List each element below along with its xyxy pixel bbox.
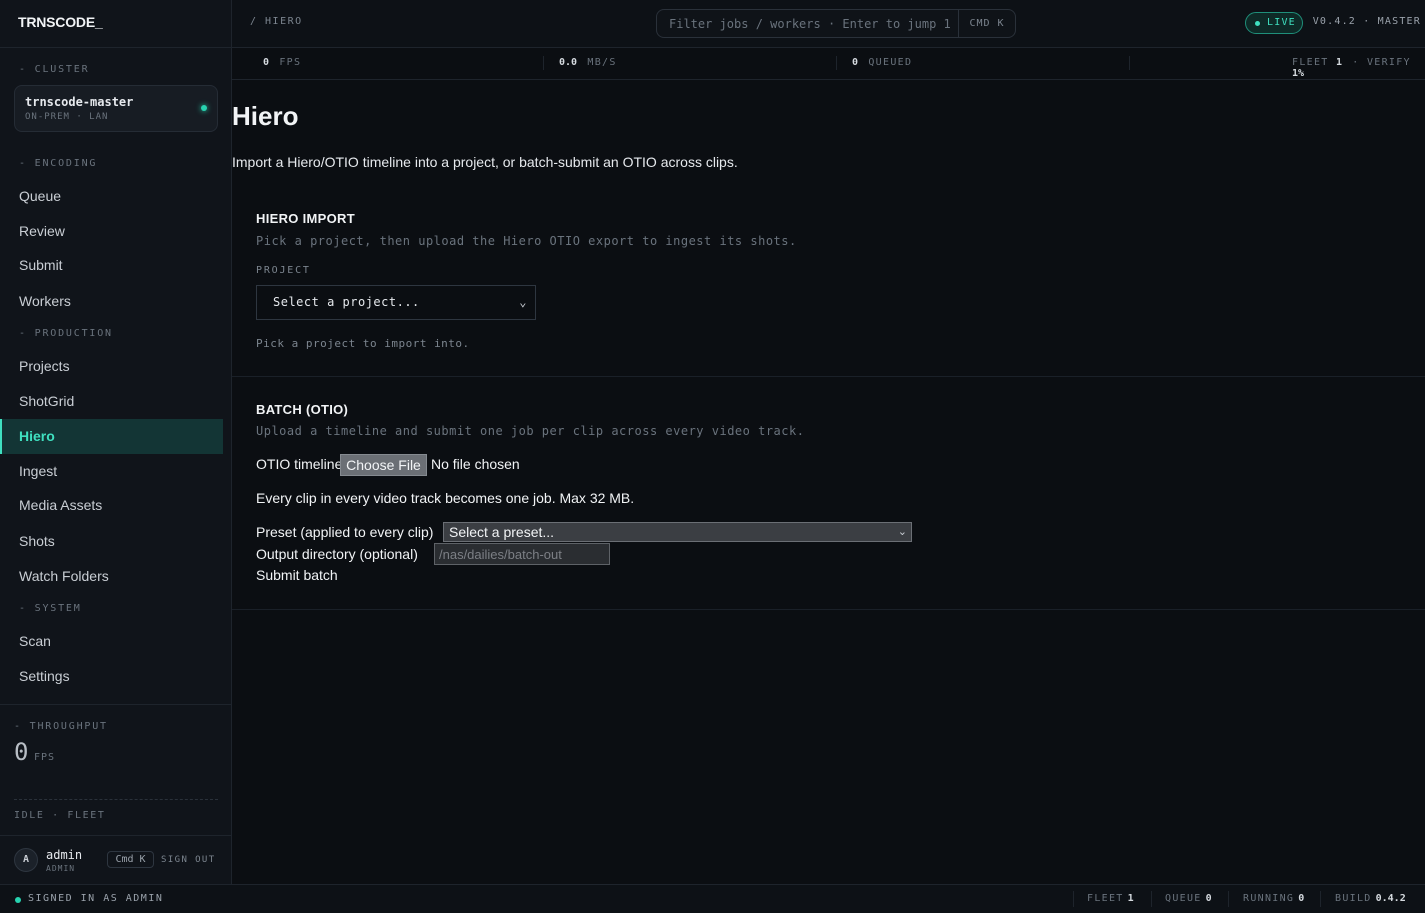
top-bar: / HIERO CMD K LIVE V0.4.2 · MASTER (232, 0, 1425, 48)
live-badge: LIVE (1245, 12, 1303, 34)
user-name: admin (46, 848, 83, 862)
sidebar-item-media-assets[interactable]: Media Assets (0, 488, 223, 523)
live-label: LIVE (1267, 17, 1296, 28)
batch-subtitle: Upload a timeline and submit one job per… (256, 424, 805, 438)
app-root: TRNSCODE_ - CLUSTER trnscode-master ON-P… (0, 0, 1425, 913)
search-input[interactable] (657, 10, 957, 37)
batch-note: Every clip in every video track becomes … (256, 490, 635, 506)
hiero-import-title: HIERO IMPORT (256, 211, 355, 226)
cluster-selector[interactable]: trnscode-master ON-PREM · LAN (14, 85, 218, 132)
project-select-value: Select a project... (273, 295, 420, 309)
command-palette-shortcut[interactable]: Cmd K (107, 851, 154, 868)
system-section-label: - SYSTEM (19, 603, 82, 614)
status-divider (1320, 891, 1321, 907)
hiero-import-subtitle: Pick a project, then upload the Hiero OT… (256, 234, 797, 248)
output-directory-label: Output directory (optional) (256, 546, 418, 562)
search-shortcut: CMD K (958, 10, 1015, 37)
status-build: BUILD 0.4.2 (1335, 893, 1406, 904)
breadcrumb[interactable]: / HIERO (250, 16, 303, 27)
throughput-unit: FPS (34, 752, 56, 763)
sidebar-item-scan[interactable]: Scan (0, 624, 223, 659)
otio-timeline-label: OTIO timeline (256, 456, 343, 472)
sidebar-item-watch-folders[interactable]: Watch Folders (0, 559, 223, 594)
status-bar: SIGNED IN AS ADMIN FLEET 1 QUEUE 0 RUNNING… (0, 884, 1425, 913)
live-dot-icon (1255, 21, 1260, 26)
page-title: Hiero (232, 101, 299, 131)
user-divider (0, 835, 232, 836)
output-directory-input[interactable] (434, 543, 610, 565)
batch-title: BATCH (OTIO) (256, 402, 349, 417)
project-hint: Pick a project to import into. (256, 337, 470, 350)
signed-in-status: SIGNED IN AS ADMIN (28, 893, 164, 904)
sidebar-item-workers[interactable]: Workers (0, 284, 223, 319)
choose-file-button[interactable]: Choose File (340, 454, 427, 476)
submit-batch-button[interactable]: Submit batch (256, 567, 338, 583)
sidebar: TRNSCODE_ - CLUSTER trnscode-master ON-P… (0, 0, 232, 884)
sidebar-item-ingest[interactable]: Ingest (0, 454, 223, 489)
metric-divider (543, 56, 544, 70)
status-running: RUNNING 0 (1243, 893, 1305, 904)
cluster-name: trnscode-master (25, 95, 134, 109)
sidebar-item-shotgrid[interactable]: ShotGrid (0, 384, 223, 419)
project-select[interactable]: Select a project... ⌄ (256, 285, 536, 320)
section-divider (232, 609, 1425, 610)
cluster-status-dot-icon (201, 105, 207, 111)
encoding-section-label: - ENCODING (19, 158, 98, 169)
preset-select-value: Select a preset... (449, 524, 555, 540)
status-divider (1151, 891, 1152, 907)
brand-divider (0, 47, 232, 48)
sidebar-item-settings[interactable]: Settings (0, 659, 223, 694)
sidebar-item-submit[interactable]: Submit (0, 248, 223, 283)
cluster-location: ON-PREM · LAN (25, 112, 109, 122)
metric-divider (1129, 56, 1130, 70)
sidebar-item-queue[interactable]: Queue (0, 179, 223, 214)
throughput-value: 0 (14, 738, 29, 766)
cluster-section-label: - CLUSTER (19, 64, 90, 75)
sidebar-item-review[interactable]: Review (0, 214, 223, 249)
metrics-strip: 0 FPS 0.0 MB/S 0 QUEUED FLEET 1 · VERIFY… (232, 48, 1425, 80)
metric-fps: 0 FPS (263, 57, 302, 68)
status-divider (1073, 891, 1074, 907)
status-divider (1228, 891, 1229, 907)
search-box[interactable]: CMD K (656, 9, 1016, 38)
user-role: ADMIN (46, 864, 76, 873)
preset-label: Preset (applied to every clip) (256, 524, 434, 540)
production-section-label: - PRODUCTION (19, 328, 113, 339)
metric-divider (836, 56, 837, 70)
avatar[interactable]: A (14, 848, 38, 872)
version-label: V0.4.2 · MASTER (1312, 16, 1421, 27)
throughput-label: - THROUGHPUT (14, 721, 108, 732)
status-queue: QUEUE 0 (1165, 893, 1212, 904)
sidebar-item-projects[interactable]: Projects (0, 349, 223, 384)
metric-throughput: 0.0 MB/S (559, 57, 617, 68)
section-divider (232, 376, 1425, 377)
chevron-down-icon: ⌄ (897, 526, 907, 538)
fleet-status: IDLE · FLEET (14, 810, 106, 821)
brand-logo[interactable]: TRNSCODE_ (18, 14, 103, 30)
throughput-divider (14, 799, 218, 800)
sidebar-divider (0, 704, 232, 705)
metric-fleet: FLEET 1 · VERIFY 1% (1292, 57, 1411, 79)
metric-queued: 0 QUEUED (852, 57, 913, 68)
sidebar-item-hiero[interactable]: Hiero (0, 419, 223, 454)
sign-out-button[interactable]: SIGN OUT (161, 855, 216, 865)
chevron-down-icon: ⌄ (519, 295, 527, 309)
file-status: No file chosen (431, 456, 520, 472)
signed-in-dot-icon (15, 897, 21, 903)
page-description: Import a Hiero/OTIO timeline into a proj… (232, 154, 738, 170)
preset-select[interactable]: Select a preset... ⌄ (443, 522, 912, 542)
status-fleet: FLEET 1 (1087, 893, 1134, 904)
sidebar-item-shots[interactable]: Shots (0, 524, 223, 559)
project-label: PROJECT (256, 265, 311, 276)
